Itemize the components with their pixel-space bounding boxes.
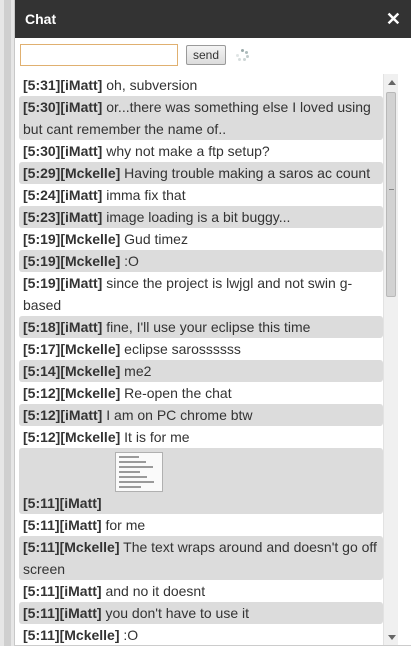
spinner-icon (236, 49, 250, 61)
message-text: oh, subversion (106, 77, 198, 93)
image-thumbnail[interactable] (115, 452, 163, 492)
message-text: why not make a ftp setup? (106, 143, 270, 159)
message-username: [Mckelle] (60, 341, 121, 357)
message-username: [iMatt] (60, 143, 103, 159)
message-timestamp: [5:17] (23, 341, 61, 357)
scroll-up-icon[interactable] (388, 80, 396, 85)
message-timestamp: [5:11] (23, 495, 60, 511)
message-timestamp: [5:19] (23, 275, 61, 291)
grip-icon (389, 189, 394, 190)
message-username: [Mckelle] (59, 539, 120, 555)
message-input[interactable] (20, 44, 178, 66)
message-item: [5:24][iMatt] imma fix that (19, 184, 383, 206)
message-text: I am on PC chrome btw (106, 407, 253, 423)
message-item: [5:12][Mckelle] It is for me (19, 426, 383, 448)
message-item: [5:11][Mckelle] The text wraps around an… (19, 536, 383, 580)
message-item: [5:19][iMatt] since the project is lwjgl… (19, 272, 383, 316)
message-text: you don't have to use it (105, 605, 250, 621)
message-item: [5:30][iMatt] why not make a ftp setup? (19, 140, 383, 162)
message-item: [5:12][Mckelle] Re-open the chat (19, 382, 383, 404)
message-item: [5:11][iMatt] and no it doesnt (19, 580, 383, 602)
scroll-thumb[interactable] (386, 92, 396, 297)
message-username: [iMatt] (60, 407, 103, 423)
message-timestamp: [5:12] (23, 429, 61, 445)
message-text: for me (105, 517, 146, 533)
message-item: [5:31][iMatt] oh, subversion (19, 74, 383, 96)
message-timestamp: [5:11] (23, 539, 60, 555)
message-item: [5:19][Mckelle] :O (19, 250, 383, 272)
message-timestamp: [5:30] (23, 99, 61, 115)
message-username: [iMatt] (60, 319, 103, 335)
close-icon[interactable]: ✕ (386, 10, 401, 28)
message-item: [5:14][Mckelle] me2 (19, 360, 383, 382)
message-username: [iMatt] (60, 77, 103, 93)
message-item: [5:11][iMatt] you don't have to use it (19, 602, 383, 624)
composer: send (20, 44, 250, 66)
message-item: [5:17][Mckelle] eclipse sarossssss (19, 338, 383, 360)
message-timestamp: [5:11] (23, 517, 60, 533)
message-username: [iMatt] (60, 209, 103, 225)
message-text: Having trouble making a saros ac count (124, 165, 371, 181)
message-item: [5:23][iMatt] image loading is a bit bug… (19, 206, 383, 228)
message-text: :O (123, 627, 139, 643)
message-username: [iMatt] (59, 605, 102, 621)
message-text: :O (124, 253, 139, 269)
message-item: [5:11][Mckelle] :O (19, 624, 383, 646)
chat-titlebar: Chat ✕ (15, 0, 411, 38)
message-username: [iMatt] (59, 517, 102, 533)
scroll-down-icon[interactable] (388, 635, 396, 640)
message-username: [Mckelle] (60, 165, 121, 181)
message-username: [iMatt] (60, 99, 103, 115)
message-username: [iMatt] (60, 187, 103, 203)
message-timestamp: [5:29] (23, 165, 61, 181)
message-username: [Mckelle] (60, 429, 121, 445)
message-item: [5:19][Mckelle] Gud timez (19, 228, 383, 250)
chat-title: Chat (25, 11, 57, 27)
message-list: [5:31][iMatt] oh, subversion [5:30][iMatt… (19, 74, 383, 646)
message-text: imma fix that (106, 187, 186, 203)
message-username: [iMatt] (59, 583, 102, 599)
message-item: [5:29][Mckelle] Having trouble making a … (19, 162, 383, 184)
message-item: [5:11][iMatt] (19, 448, 383, 514)
message-timestamp: [5:11] (23, 627, 60, 643)
message-username: [iMatt] (59, 495, 102, 511)
message-timestamp: [5:19] (23, 253, 61, 269)
message-text: me2 (124, 363, 152, 379)
message-item: [5:18][iMatt] fine, I'll use your eclips… (19, 316, 383, 338)
message-scrollbar[interactable] (383, 74, 398, 646)
message-text: It is for me (124, 429, 190, 445)
message-username: [Mckelle] (60, 385, 121, 401)
message-item: [5:11][iMatt] for me (19, 514, 383, 536)
message-text: fine, I'll use your eclipse this time (106, 319, 311, 335)
send-button[interactable]: send (186, 45, 227, 65)
message-username: [Mckelle] (60, 253, 121, 269)
message-item: [5:30][iMatt] or...there was something e… (19, 96, 383, 140)
message-username: [Mckelle] (60, 231, 121, 247)
message-text: and no it doesnt (105, 583, 206, 599)
message-timestamp: [5:11] (23, 605, 60, 621)
message-text: Re-open the chat (124, 385, 232, 401)
message-text: image loading is a bit buggy... (106, 209, 291, 225)
message-username: [Mckelle] (59, 627, 120, 643)
chat-panel: Chat ✕ send [5:31][iMatt] oh, subversion… (14, 0, 411, 646)
message-timestamp: [5:30] (23, 143, 61, 159)
message-timestamp: [5:12] (23, 385, 61, 401)
page-left-strip (0, 0, 14, 646)
message-timestamp: [5:24] (23, 187, 61, 203)
message-timestamp: [5:18] (23, 319, 61, 335)
message-text: Gud timez (124, 231, 188, 247)
message-username: [iMatt] (60, 275, 103, 291)
page-scroll-edge (4, 0, 11, 646)
message-username: [Mckelle] (60, 363, 121, 379)
message-timestamp: [5:31] (23, 77, 61, 93)
message-timestamp: [5:14] (23, 363, 61, 379)
message-timestamp: [5:12] (23, 407, 61, 423)
message-timestamp: [5:19] (23, 231, 61, 247)
message-timestamp: [5:23] (23, 209, 61, 225)
message-item: [5:12][iMatt] I am on PC chrome btw (19, 404, 383, 426)
message-timestamp: [5:11] (23, 583, 60, 599)
message-text: eclipse sarossssss (124, 341, 241, 357)
